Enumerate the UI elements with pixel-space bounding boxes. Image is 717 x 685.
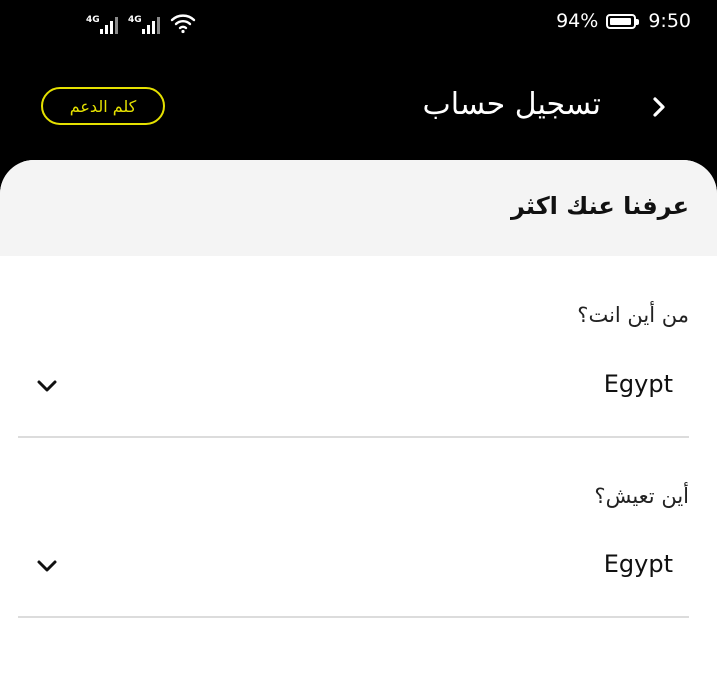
status-bar: 4G 4G 94% 9:50: [0, 0, 717, 55]
contact-support-button[interactable]: كلم الدعم: [41, 87, 165, 125]
section-header: عرفنا عنك اكثر: [0, 160, 717, 256]
origin-field-label: من أين انت؟: [577, 303, 689, 327]
battery-fill: [610, 17, 632, 25]
clock: 9:50: [648, 10, 691, 32]
residence-country-select[interactable]: Egypt: [18, 538, 689, 596]
section-title: عرفنا عنك اكثر: [510, 192, 689, 220]
back-button[interactable]: [645, 93, 673, 121]
battery-percent: 94%: [556, 10, 599, 32]
sim2-network-type: 4G: [128, 15, 142, 25]
page-title: تسجيل حساب: [422, 87, 601, 122]
sim1-network-type: 4G: [86, 15, 100, 25]
chevron-down-icon: [37, 380, 57, 392]
sim2-signal-icon: 4G: [128, 15, 160, 34]
status-left: 4G 4G: [86, 12, 196, 34]
app-header: كلم الدعم تسجيل حساب: [0, 55, 717, 165]
form-sheet: عرفنا عنك اكثر من أين انت؟ Egypt أين تعي…: [0, 160, 717, 685]
residence-country-value: Egypt: [603, 550, 673, 578]
wifi-icon: [170, 14, 196, 34]
residence-field-label: أين تعيش؟: [594, 484, 689, 508]
sim1-signal-icon: 4G: [86, 15, 118, 34]
origin-field-divider: [18, 436, 689, 438]
chevron-right-icon: [653, 97, 665, 117]
origin-country-value: Egypt: [603, 370, 673, 398]
chevron-down-icon: [37, 560, 57, 572]
status-right: 94% 9:50: [556, 10, 691, 32]
origin-country-select[interactable]: Egypt: [18, 358, 689, 416]
battery-icon: [606, 13, 640, 29]
residence-field-divider: [18, 616, 689, 618]
